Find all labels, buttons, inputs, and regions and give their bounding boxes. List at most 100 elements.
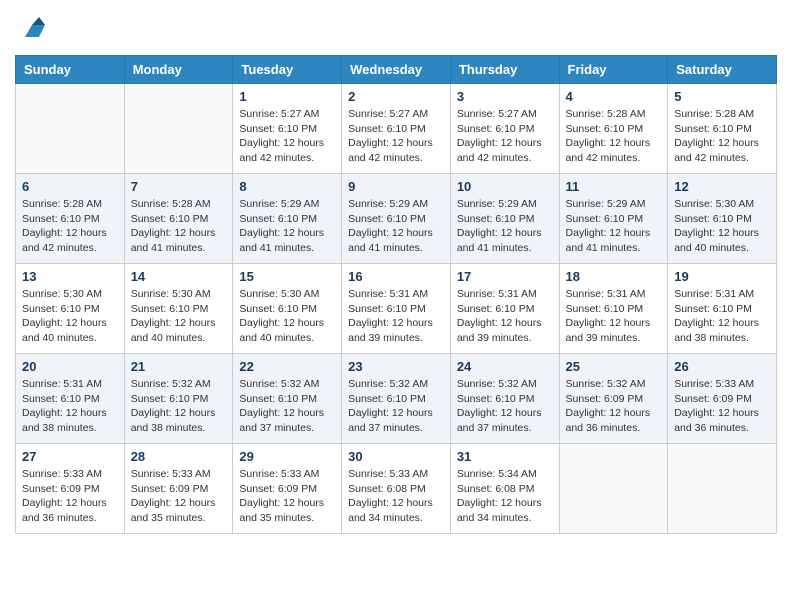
calendar-cell: 30 Sunrise: 5:33 AM Sunset: 6:08 PM Dayli…: [342, 444, 451, 534]
day-info: Sunrise: 5:29 AM Sunset: 6:10 PM Dayligh…: [566, 197, 662, 256]
day-info: Sunrise: 5:32 AM Sunset: 6:10 PM Dayligh…: [457, 377, 553, 436]
calendar-cell: [559, 444, 668, 534]
day-number: 27: [22, 449, 118, 464]
day-number: 2: [348, 89, 444, 104]
day-number: 14: [131, 269, 227, 284]
calendar-cell: 24Sunrise: 5:32 AM Sunset: 6:10 PM Dayli…: [450, 354, 559, 444]
day-number: 12: [674, 179, 770, 194]
calendar-cell: 21 Sunrise: 5:32 AM Sunset: 6:10 PM Dayli…: [124, 354, 233, 444]
day-info: Sunrise: 5:28 AM Sunset: 6:10 PM Dayligh…: [566, 107, 662, 166]
day-number: 11: [566, 179, 662, 194]
day-number: 25: [566, 359, 662, 374]
day-number: 13: [22, 269, 118, 284]
day-number: 29: [239, 449, 335, 464]
calendar-cell: 17 Sunrise: 5:31 AM Sunset: 6:10 PM Dayli…: [450, 264, 559, 354]
day-number: 7: [131, 179, 227, 194]
day-number: 3: [457, 89, 553, 104]
calendar-cell: 15 Sunrise: 5:30 AM Sunset: 6:10 PM Dayli…: [233, 264, 342, 354]
calendar-cell: 22Sunrise: 5:32 AM Sunset: 6:10 PM Dayli…: [233, 354, 342, 444]
day-number: 21: [131, 359, 227, 374]
calendar-cell: 8 Sunrise: 5:29 AM Sunset: 6:10 PM Daylig…: [233, 174, 342, 264]
day-info: Sunrise: 5:32 AM Sunset: 6:10 PM Dayligh…: [131, 377, 227, 436]
column-header-saturday: Saturday: [668, 56, 777, 84]
day-info: Sunrise: 5:27 AM Sunset: 6:10 PM Dayligh…: [239, 107, 335, 166]
calendar-cell: 5 Sunrise: 5:28 AM Sunset: 6:10 PM Daylig…: [668, 84, 777, 174]
day-number: 9: [348, 179, 444, 194]
day-info: Sunrise: 5:28 AM Sunset: 6:10 PM Dayligh…: [674, 107, 770, 166]
day-info: Sunrise: 5:33 AM Sunset: 6:09 PM Dayligh…: [22, 467, 118, 526]
day-number: 18: [566, 269, 662, 284]
calendar-cell: 3 Sunrise: 5:27 AM Sunset: 6:10 PM Daylig…: [450, 84, 559, 174]
week-row-4: 20 Sunrise: 5:31 AM Sunset: 6:10 PM Dayli…: [16, 354, 777, 444]
page-header: [15, 15, 777, 45]
day-info: Sunrise: 5:31 AM Sunset: 6:10 PM Dayligh…: [22, 377, 118, 436]
day-info: Sunrise: 5:33 AM Sunset: 6:09 PM Dayligh…: [674, 377, 770, 436]
calendar-header-row: SundayMondayTuesdayWednesdayThursdayFrid…: [16, 56, 777, 84]
column-header-sunday: Sunday: [16, 56, 125, 84]
calendar-cell: [16, 84, 125, 174]
day-info: Sunrise: 5:33 AM Sunset: 6:09 PM Dayligh…: [239, 467, 335, 526]
day-number: 10: [457, 179, 553, 194]
calendar-cell: [668, 444, 777, 534]
day-info: Sunrise: 5:28 AM Sunset: 6:10 PM Dayligh…: [131, 197, 227, 256]
column-header-thursday: Thursday: [450, 56, 559, 84]
day-info: Sunrise: 5:32 AM Sunset: 6:09 PM Dayligh…: [566, 377, 662, 436]
week-row-1: 1 Sunrise: 5:27 AM Sunset: 6:10 PM Daylig…: [16, 84, 777, 174]
calendar-cell: 20 Sunrise: 5:31 AM Sunset: 6:10 PM Dayli…: [16, 354, 125, 444]
day-info: Sunrise: 5:33 AM Sunset: 6:09 PM Dayligh…: [131, 467, 227, 526]
calendar-cell: 4 Sunrise: 5:28 AM Sunset: 6:10 PM Daylig…: [559, 84, 668, 174]
column-header-friday: Friday: [559, 56, 668, 84]
day-info: Sunrise: 5:30 AM Sunset: 6:10 PM Dayligh…: [131, 287, 227, 346]
day-number: 30: [348, 449, 444, 464]
calendar-cell: 11 Sunrise: 5:29 AM Sunset: 6:10 PM Dayli…: [559, 174, 668, 264]
day-number: 31: [457, 449, 553, 464]
week-row-3: 13 Sunrise: 5:30 AM Sunset: 6:10 PM Dayli…: [16, 264, 777, 354]
day-info: Sunrise: 5:31 AM Sunset: 6:10 PM Dayligh…: [457, 287, 553, 346]
calendar-cell: 13 Sunrise: 5:30 AM Sunset: 6:10 PM Dayli…: [16, 264, 125, 354]
day-info: Sunrise: 5:27 AM Sunset: 6:10 PM Dayligh…: [457, 107, 553, 166]
day-info: Sunrise: 5:28 AM Sunset: 6:10 PM Dayligh…: [22, 197, 118, 256]
day-number: 23: [348, 359, 444, 374]
day-info: Sunrise: 5:27 AM Sunset: 6:10 PM Dayligh…: [348, 107, 444, 166]
day-info: Sunrise: 5:29 AM Sunset: 6:10 PM Dayligh…: [348, 197, 444, 256]
day-number: 15: [239, 269, 335, 284]
calendar-cell: 31 Sunrise: 5:34 AM Sunset: 6:08 PM Dayli…: [450, 444, 559, 534]
day-number: 6: [22, 179, 118, 194]
day-number: 8: [239, 179, 335, 194]
day-number: 26: [674, 359, 770, 374]
calendar-cell: 6 Sunrise: 5:28 AM Sunset: 6:10 PM Daylig…: [16, 174, 125, 264]
column-header-tuesday: Tuesday: [233, 56, 342, 84]
calendar-cell: 12Sunrise: 5:30 AM Sunset: 6:10 PM Dayli…: [668, 174, 777, 264]
calendar-table: SundayMondayTuesdayWednesdayThursdayFrid…: [15, 55, 777, 534]
day-info: Sunrise: 5:33 AM Sunset: 6:08 PM Dayligh…: [348, 467, 444, 526]
day-info: Sunrise: 5:29 AM Sunset: 6:10 PM Dayligh…: [457, 197, 553, 256]
day-number: 16: [348, 269, 444, 284]
day-number: 5: [674, 89, 770, 104]
calendar-cell: 29 Sunrise: 5:33 AM Sunset: 6:09 PM Dayli…: [233, 444, 342, 534]
week-row-5: 27 Sunrise: 5:33 AM Sunset: 6:09 PM Dayli…: [16, 444, 777, 534]
column-header-wednesday: Wednesday: [342, 56, 451, 84]
calendar-cell: [124, 84, 233, 174]
calendar-cell: 26 Sunrise: 5:33 AM Sunset: 6:09 PM Dayli…: [668, 354, 777, 444]
day-number: 17: [457, 269, 553, 284]
calendar-cell: 9 Sunrise: 5:29 AM Sunset: 6:10 PM Daylig…: [342, 174, 451, 264]
day-number: 4: [566, 89, 662, 104]
calendar-cell: 27 Sunrise: 5:33 AM Sunset: 6:09 PM Dayli…: [16, 444, 125, 534]
day-info: Sunrise: 5:30 AM Sunset: 6:10 PM Dayligh…: [22, 287, 118, 346]
day-info: Sunrise: 5:31 AM Sunset: 6:10 PM Dayligh…: [348, 287, 444, 346]
calendar-cell: 14 Sunrise: 5:30 AM Sunset: 6:10 PM Dayli…: [124, 264, 233, 354]
calendar-cell: 23 Sunrise: 5:32 AM Sunset: 6:10 PM Dayli…: [342, 354, 451, 444]
day-info: Sunrise: 5:31 AM Sunset: 6:10 PM Dayligh…: [566, 287, 662, 346]
calendar-cell: 25 Sunrise: 5:32 AM Sunset: 6:09 PM Dayli…: [559, 354, 668, 444]
day-number: 1: [239, 89, 335, 104]
day-info: Sunrise: 5:29 AM Sunset: 6:10 PM Dayligh…: [239, 197, 335, 256]
day-info: Sunrise: 5:34 AM Sunset: 6:08 PM Dayligh…: [457, 467, 553, 526]
week-row-2: 6 Sunrise: 5:28 AM Sunset: 6:10 PM Daylig…: [16, 174, 777, 264]
day-info: Sunrise: 5:32 AM Sunset: 6:10 PM Dayligh…: [348, 377, 444, 436]
calendar-cell: 16 Sunrise: 5:31 AM Sunset: 6:10 PM Dayli…: [342, 264, 451, 354]
calendar-cell: 7 Sunrise: 5:28 AM Sunset: 6:10 PM Daylig…: [124, 174, 233, 264]
day-number: 20: [22, 359, 118, 374]
day-info: Sunrise: 5:32 AM Sunset: 6:10 PM Dayligh…: [239, 377, 335, 436]
calendar-cell: 18 Sunrise: 5:31 AM Sunset: 6:10 PM Dayli…: [559, 264, 668, 354]
day-info: Sunrise: 5:30 AM Sunset: 6:10 PM Dayligh…: [239, 287, 335, 346]
